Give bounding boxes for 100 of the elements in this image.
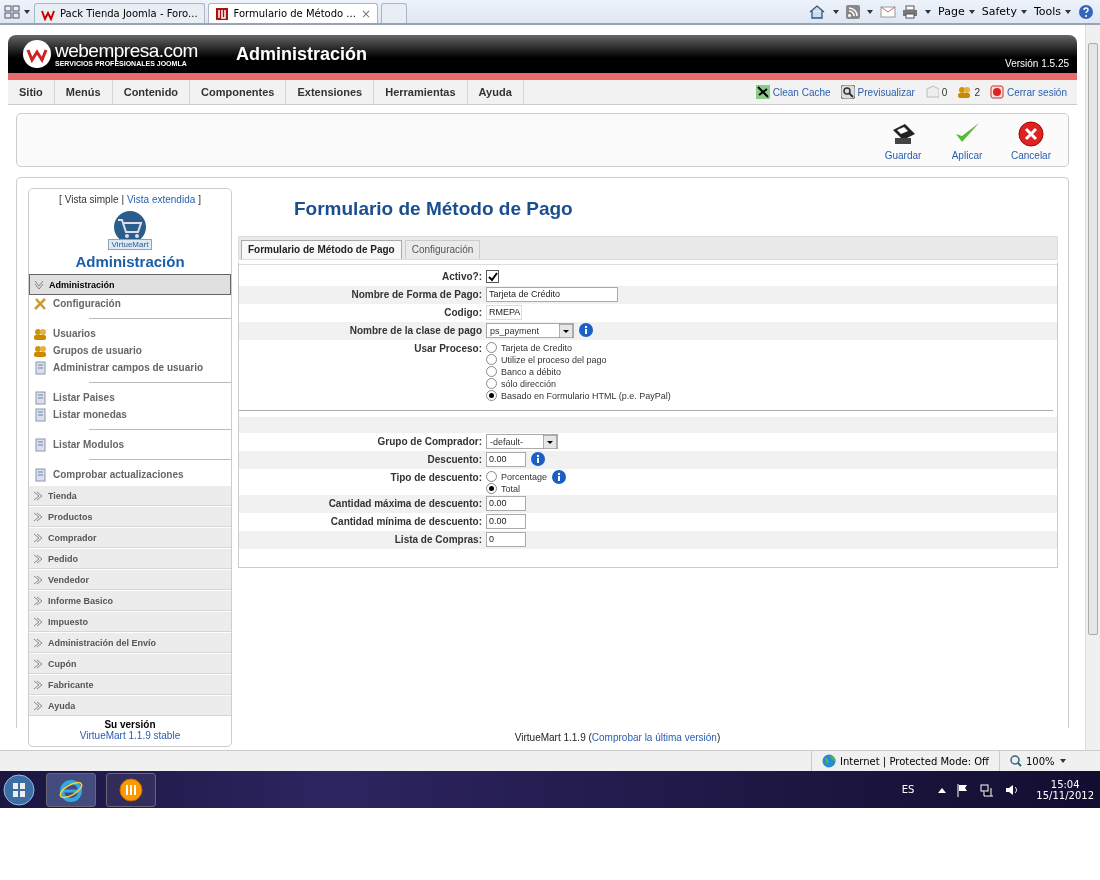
- chevron-right-icon: [33, 679, 43, 690]
- radio-button[interactable]: [486, 366, 497, 377]
- footer-text: VirtueMart 1.1.9 (Comprobar la última versión): [514, 732, 721, 743]
- close-tab-button[interactable]: ×: [360, 6, 371, 21]
- dropdown[interactable]: -default-: [486, 434, 559, 449]
- chevron-right-icon: [33, 490, 43, 501]
- tab[interactable]: Configuración: [404, 240, 481, 259]
- sidebar-section[interactable]: Administración: [29, 274, 231, 295]
- option-label: Basado en Formulario HTML (p.e. PayPal): [501, 390, 671, 401]
- header-link[interactable]: Clean Cache: [772, 86, 831, 98]
- command-menu[interactable]: Tools: [1033, 5, 1072, 18]
- header-link[interactable]: Previsualizar: [857, 86, 915, 98]
- document-icon: [33, 390, 47, 405]
- view-extended-link[interactable]: Vista extendida: [127, 194, 196, 205]
- radio-button[interactable]: [486, 483, 497, 494]
- radio-button[interactable]: [486, 471, 497, 482]
- input-field[interactable]: 0.00: [486, 496, 526, 511]
- dropdown-caret-icon[interactable]: [23, 7, 31, 16]
- input-field[interactable]: 0: [486, 532, 526, 547]
- sidebar-section[interactable]: Pedido: [29, 548, 231, 569]
- input-field[interactable]: 0.00: [486, 514, 526, 529]
- menu-item[interactable]: Ayuda: [467, 80, 524, 104]
- radio-button[interactable]: [486, 378, 497, 389]
- field-label: Codigo:: [443, 306, 482, 318]
- mail-icon[interactable]: [880, 5, 897, 18]
- taskbar-button[interactable]: [106, 772, 156, 807]
- home-icon[interactable]: [808, 3, 827, 20]
- brand-name: webempresa.com: [55, 41, 198, 60]
- menu-item[interactable]: Componentes: [190, 80, 287, 104]
- printer-icon[interactable]: [902, 4, 919, 19]
- sidebar-section[interactable]: Administración del Envío: [29, 632, 231, 653]
- header-link[interactable]: Cerrar sesión: [1006, 86, 1067, 98]
- sidebar-section[interactable]: Informe Basico: [29, 590, 231, 611]
- sidebar-link[interactable]: Comprobar actualizaciones: [29, 466, 231, 483]
- sidebar-link[interactable]: Grupos de usuario: [29, 342, 231, 359]
- scrollbar[interactable]: [1085, 25, 1100, 750]
- command-menu[interactable]: Page: [938, 5, 976, 18]
- language-indicator[interactable]: ES: [901, 784, 915, 795]
- info-icon[interactable]: [531, 452, 545, 466]
- app-icon: [118, 776, 144, 803]
- info-icon[interactable]: [552, 470, 567, 484]
- sidebar-link[interactable]: Administrar campos de usuario: [29, 359, 231, 376]
- dropdown-caret-icon[interactable]: [866, 7, 875, 16]
- dropdown-caret-icon[interactable]: [967, 7, 976, 16]
- sidebar-section[interactable]: Cupón: [29, 653, 231, 674]
- sidebar-link[interactable]: Listar monedas: [29, 406, 231, 423]
- sidebar-link[interactable]: Listar Paises: [29, 389, 231, 406]
- version-label: Su versión: [103, 719, 157, 730]
- menu-item[interactable]: Herramientas: [374, 80, 468, 104]
- toolbar-button[interactable]: Aplicar: [944, 115, 990, 165]
- radio-button[interactable]: [486, 342, 497, 353]
- checkbox[interactable]: [486, 270, 499, 283]
- sidebar-link[interactable]: Configuración: [29, 295, 231, 312]
- taskbar-button[interactable]: [46, 772, 96, 807]
- browser-tab[interactable]: Pack Tienda Joomla - Foro...: [34, 3, 205, 23]
- dropdown[interactable]: ps_payment: [486, 323, 575, 338]
- version-link[interactable]: VirtueMart 1.1.9 stable: [29, 730, 231, 741]
- dropdown-caret-icon[interactable]: [1058, 757, 1067, 765]
- start-button-icon[interactable]: [2, 772, 36, 807]
- sidebar-link[interactable]: Usuarios: [29, 325, 231, 342]
- toolbar-button[interactable]: Cancelar: [1008, 115, 1054, 165]
- help-icon[interactable]: [1078, 3, 1094, 20]
- dropdown-caret-icon[interactable]: [1019, 7, 1028, 16]
- browser-tab[interactable]: Formulario de Método ... ×: [207, 3, 378, 23]
- sidebar-section[interactable]: Ayuda: [29, 695, 231, 716]
- menu-item[interactable]: Menús: [54, 80, 113, 104]
- chevron-down-icon: [34, 279, 44, 290]
- zoom-level-text[interactable]: 100%: [1026, 755, 1055, 767]
- command-menu[interactable]: Safety: [981, 5, 1028, 18]
- input-field[interactable]: Tarjeta de Crédito: [486, 287, 618, 302]
- input-field[interactable]: RMEPA: [486, 305, 522, 320]
- sidebar-link[interactable]: Listar Modulos: [29, 436, 231, 453]
- network-icon[interactable]: [980, 782, 995, 797]
- chevron-right-icon: [33, 700, 43, 711]
- radio-button[interactable]: [486, 354, 497, 365]
- feed-icon[interactable]: [846, 4, 861, 19]
- menu-item[interactable]: Contenido: [112, 80, 191, 104]
- dropdown-caret-icon[interactable]: [924, 7, 933, 16]
- tab-grid-icon[interactable]: [4, 3, 20, 20]
- sidebar-section[interactable]: Productos: [29, 506, 231, 527]
- field-label: Grupo de Comprador:: [376, 435, 482, 447]
- sidebar-section[interactable]: Vendedor: [29, 569, 231, 590]
- radio-button[interactable]: [486, 390, 497, 401]
- info-icon[interactable]: [579, 323, 594, 337]
- clock[interactable]: 15:04 15/11/2012: [1028, 778, 1094, 801]
- tab[interactable]: Formulario de Método de Pago: [241, 240, 402, 259]
- dropdown-caret-icon[interactable]: [1064, 7, 1072, 16]
- menu-item[interactable]: Extensiones: [286, 80, 375, 104]
- dropdown-caret-icon[interactable]: [832, 7, 841, 16]
- show-hidden-icons-icon[interactable]: [938, 786, 947, 793]
- field-label: Cantidad mínima de descuento:: [329, 515, 482, 527]
- scroll-thumb[interactable]: [1088, 43, 1098, 635]
- sidebar-section[interactable]: Comprador: [29, 527, 231, 548]
- sidebar-section[interactable]: Fabricante: [29, 674, 231, 695]
- toolbar-button[interactable]: Guardar: [880, 115, 926, 165]
- menu-item[interactable]: Sitio: [8, 80, 55, 104]
- input-field[interactable]: 0.00: [486, 452, 526, 467]
- sidebar-section[interactable]: Impuesto: [29, 611, 231, 632]
- speaker-icon[interactable]: [1004, 782, 1019, 797]
- sidebar-section[interactable]: Tienda: [29, 485, 231, 506]
